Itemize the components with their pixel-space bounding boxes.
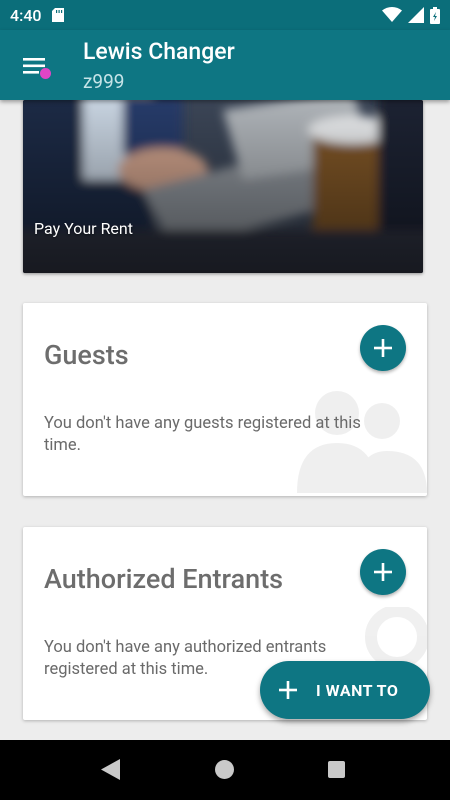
guests-card: Guests You don't have any guests registe… [23,303,427,496]
add-authorized-entrant-button[interactable] [360,549,406,595]
home-icon[interactable] [215,760,234,779]
battery-icon [430,6,440,24]
guests-title: Guests [44,339,129,371]
plus-icon [279,681,297,699]
system-nav-bar [0,740,450,800]
banner-image [23,100,423,273]
add-guest-button[interactable] [360,325,406,371]
plus-icon [374,563,392,581]
page-subtitle: z999 [83,70,125,93]
back-icon[interactable] [101,759,120,780]
sd-card-icon [51,8,64,22]
status-time: 4:40 [10,5,42,25]
banner-label: Pay Your Rent [34,219,133,238]
cell-signal-icon [408,7,424,23]
status-bar: 4:40 [0,0,450,30]
notification-dot [40,68,51,79]
app-bar: Lewis Changer z999 [0,30,450,100]
pay-rent-banner[interactable]: Pay Your Rent [23,100,423,273]
plus-icon [374,339,392,357]
guests-empty-text: You don't have any guests registered at … [44,414,361,455]
status-icons [382,6,440,24]
recents-icon[interactable] [328,761,345,778]
authorized-entrants-title: Authorized Entrants [44,563,284,595]
i-want-to-button[interactable]: I WANT TO [260,661,430,719]
i-want-to-label: I WANT TO [316,680,399,700]
wifi-icon [382,7,402,22]
menu-button[interactable] [20,52,52,80]
page-title: Lewis Changer [83,38,235,65]
